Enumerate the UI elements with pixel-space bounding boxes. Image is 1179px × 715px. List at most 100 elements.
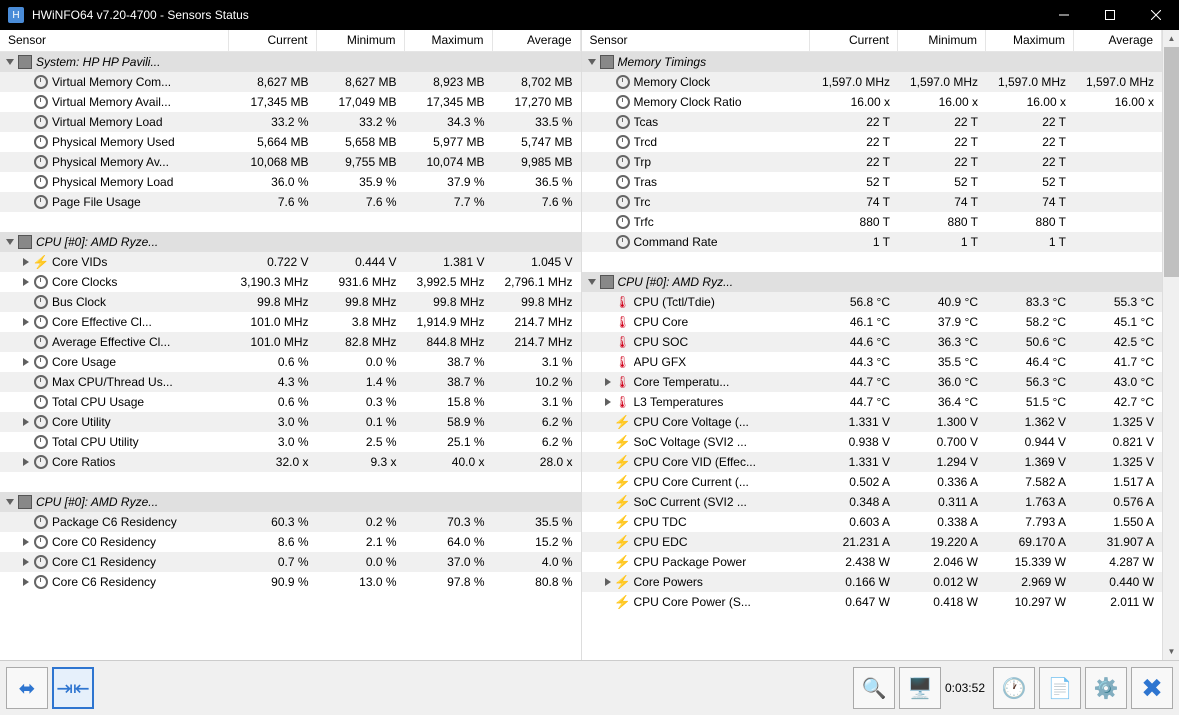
header-minimum[interactable]: Minimum — [317, 30, 405, 51]
table-row[interactable]: Core Effective Cl...101.0 MHz3.8 MHz1,91… — [0, 312, 581, 332]
maximize-button[interactable] — [1087, 0, 1133, 30]
table-row[interactable]: ⚡Core VIDs0.722 V0.444 V1.381 V1.045 V — [0, 252, 581, 272]
table-row[interactable]: System: HP HP Pavili... — [0, 52, 581, 72]
table-row[interactable] — [0, 212, 581, 232]
table-row[interactable]: Memory Clock Ratio16.00 x16.00 x16.00 x1… — [582, 92, 1163, 112]
header-minimum[interactable]: Minimum — [898, 30, 986, 51]
table-row[interactable]: ⚡CPU TDC0.603 A0.338 A7.793 A1.550 A — [582, 512, 1163, 532]
table-row[interactable]: 🌡CPU Core46.1 °C37.9 °C58.2 °C45.1 °C — [582, 312, 1163, 332]
table-row[interactable]: Core C1 Residency0.7 %0.0 %37.0 %4.0 % — [0, 552, 581, 572]
table-row[interactable]: Trc74 T74 T74 T — [582, 192, 1163, 212]
table-row[interactable]: Page File Usage7.6 %7.6 %7.7 %7.6 % — [0, 192, 581, 212]
table-row[interactable]: 🌡APU GFX44.3 °C35.5 °C46.4 °C41.7 °C — [582, 352, 1163, 372]
table-row[interactable] — [582, 252, 1163, 272]
table-row[interactable]: Physical Memory Av...10,068 MB9,755 MB10… — [0, 152, 581, 172]
header-sensor[interactable]: Sensor — [582, 30, 811, 51]
right-rows[interactable]: Memory TimingsMemory Clock1,597.0 MHz1,5… — [582, 52, 1163, 660]
find-button[interactable]: 🔍 — [853, 667, 895, 709]
table-row[interactable]: Physical Memory Used5,664 MB5,658 MB5,97… — [0, 132, 581, 152]
table-row[interactable]: Core Clocks3,190.3 MHz931.6 MHz3,992.5 M… — [0, 272, 581, 292]
header-current[interactable]: Current — [810, 30, 898, 51]
table-row[interactable]: Virtual Memory Load33.2 %33.2 %34.3 %33.… — [0, 112, 581, 132]
table-row[interactable]: ⚡CPU Core Power (S...0.647 W0.418 W10.29… — [582, 592, 1163, 612]
vertical-scrollbar[interactable]: ▲ ▼ — [1162, 30, 1179, 660]
chevron-right-icon[interactable] — [20, 256, 32, 268]
table-row[interactable]: Total CPU Usage0.6 %0.3 %15.8 %3.1 % — [0, 392, 581, 412]
table-row[interactable]: Virtual Memory Avail...17,345 MB17,049 M… — [0, 92, 581, 112]
network-button[interactable]: 🖥️ — [899, 667, 941, 709]
chevron-down-icon[interactable] — [4, 496, 16, 508]
clock-icon — [34, 395, 48, 409]
table-row[interactable]: Max CPU/Thread Us...4.3 %1.4 %38.7 %10.2… — [0, 372, 581, 392]
chevron-down-icon[interactable] — [4, 56, 16, 68]
table-row[interactable]: Core Ratios32.0 x9.3 x40.0 x28.0 x — [0, 452, 581, 472]
table-row[interactable]: ⚡SoC Current (SVI2 ...0.348 A0.311 A1.76… — [582, 492, 1163, 512]
table-row[interactable]: Total CPU Utility3.0 %2.5 %25.1 %6.2 % — [0, 432, 581, 452]
scroll-up-button[interactable]: ▲ — [1164, 30, 1179, 47]
header-average[interactable]: Average — [493, 30, 581, 51]
table-row[interactable]: 🌡CPU (Tctl/Tdie)56.8 °C40.9 °C83.3 °C55.… — [582, 292, 1163, 312]
chevron-right-icon[interactable] — [20, 576, 32, 588]
table-row[interactable]: Tcas22 T22 T22 T — [582, 112, 1163, 132]
table-row[interactable]: Core Utility3.0 %0.1 %58.9 %6.2 % — [0, 412, 581, 432]
table-row[interactable]: ⚡CPU Package Power2.438 W2.046 W15.339 W… — [582, 552, 1163, 572]
table-row[interactable]: 🌡Core Temperatu...44.7 °C36.0 °C56.3 °C4… — [582, 372, 1163, 392]
table-row[interactable]: CPU [#0]: AMD Ryz... — [582, 272, 1163, 292]
table-row[interactable]: Trp22 T22 T22 T — [582, 152, 1163, 172]
table-row[interactable] — [0, 472, 581, 492]
table-row[interactable]: Trfc880 T880 T880 T — [582, 212, 1163, 232]
chevron-right-icon[interactable] — [20, 416, 32, 428]
chevron-right-icon[interactable] — [602, 576, 614, 588]
header-maximum[interactable]: Maximum — [405, 30, 493, 51]
chevron-right-icon[interactable] — [20, 556, 32, 568]
settings-button[interactable]: ⚙️ — [1085, 667, 1127, 709]
expand-button[interactable]: ⬌ — [6, 667, 48, 709]
table-row[interactable]: Trcd22 T22 T22 T — [582, 132, 1163, 152]
log-button[interactable]: 📄 — [1039, 667, 1081, 709]
close-button[interactable] — [1133, 0, 1179, 30]
chevron-right-icon[interactable] — [20, 276, 32, 288]
chevron-right-icon[interactable] — [602, 376, 614, 388]
table-row[interactable]: Memory Timings — [582, 52, 1163, 72]
table-row[interactable]: CPU [#0]: AMD Ryze... — [0, 492, 581, 512]
chevron-right-icon[interactable] — [20, 316, 32, 328]
chevron-down-icon[interactable] — [586, 276, 598, 288]
exit-button[interactable]: ✖ — [1131, 667, 1173, 709]
table-row[interactable]: 🌡CPU SOC44.6 °C36.3 °C50.6 °C42.5 °C — [582, 332, 1163, 352]
table-row[interactable]: ⚡CPU Core VID (Effec...1.331 V1.294 V1.3… — [582, 452, 1163, 472]
chevron-right-icon[interactable] — [602, 396, 614, 408]
table-row[interactable]: CPU [#0]: AMD Ryze... — [0, 232, 581, 252]
header-average[interactable]: Average — [1074, 30, 1162, 51]
table-row[interactable]: Core Usage0.6 %0.0 %38.7 %3.1 % — [0, 352, 581, 372]
table-row[interactable]: ⚡CPU Core Current (...0.502 A0.336 A7.58… — [582, 472, 1163, 492]
table-row[interactable]: Core C0 Residency8.6 %2.1 %64.0 %15.2 % — [0, 532, 581, 552]
chevron-right-icon[interactable] — [20, 356, 32, 368]
table-row[interactable]: Memory Clock1,597.0 MHz1,597.0 MHz1,597.… — [582, 72, 1163, 92]
header-sensor[interactable]: Sensor — [0, 30, 229, 51]
scroll-down-button[interactable]: ▼ — [1164, 643, 1179, 660]
chevron-down-icon[interactable] — [4, 236, 16, 248]
table-row[interactable]: Tras52 T52 T52 T — [582, 172, 1163, 192]
table-row[interactable]: ⚡Core Powers0.166 W0.012 W2.969 W0.440 W — [582, 572, 1163, 592]
table-row[interactable]: 🌡L3 Temperatures44.7 °C36.4 °C51.5 °C42.… — [582, 392, 1163, 412]
table-row[interactable]: Bus Clock99.8 MHz99.8 MHz99.8 MHz99.8 MH… — [0, 292, 581, 312]
table-row[interactable]: ⚡SoC Voltage (SVI2 ...0.938 V0.700 V0.94… — [582, 432, 1163, 452]
table-row[interactable]: Physical Memory Load36.0 %35.9 %37.9 %36… — [0, 172, 581, 192]
chevron-right-icon[interactable] — [20, 456, 32, 468]
table-row[interactable]: ⚡CPU EDC21.231 A19.220 A69.170 A31.907 A — [582, 532, 1163, 552]
table-row[interactable]: Package C6 Residency60.3 %0.2 %70.3 %35.… — [0, 512, 581, 532]
minimize-button[interactable] — [1041, 0, 1087, 30]
table-row[interactable]: Average Effective Cl...101.0 MHz82.8 MHz… — [0, 332, 581, 352]
table-row[interactable]: ⚡CPU Core Voltage (...1.331 V1.300 V1.36… — [582, 412, 1163, 432]
collapse-button[interactable]: ⇥⇤ — [52, 667, 94, 709]
left-rows[interactable]: System: HP HP Pavili...Virtual Memory Co… — [0, 52, 581, 660]
header-maximum[interactable]: Maximum — [986, 30, 1074, 51]
table-row[interactable]: Virtual Memory Com...8,627 MB8,627 MB8,9… — [0, 72, 581, 92]
scroll-thumb[interactable] — [1164, 47, 1179, 277]
chevron-right-icon[interactable] — [20, 536, 32, 548]
table-row[interactable]: Command Rate1 T1 T1 T — [582, 232, 1163, 252]
table-row[interactable]: Core C6 Residency90.9 %13.0 %97.8 %80.8 … — [0, 572, 581, 592]
header-current[interactable]: Current — [229, 30, 317, 51]
chevron-down-icon[interactable] — [586, 56, 598, 68]
clock-button[interactable]: 🕐 — [993, 667, 1035, 709]
